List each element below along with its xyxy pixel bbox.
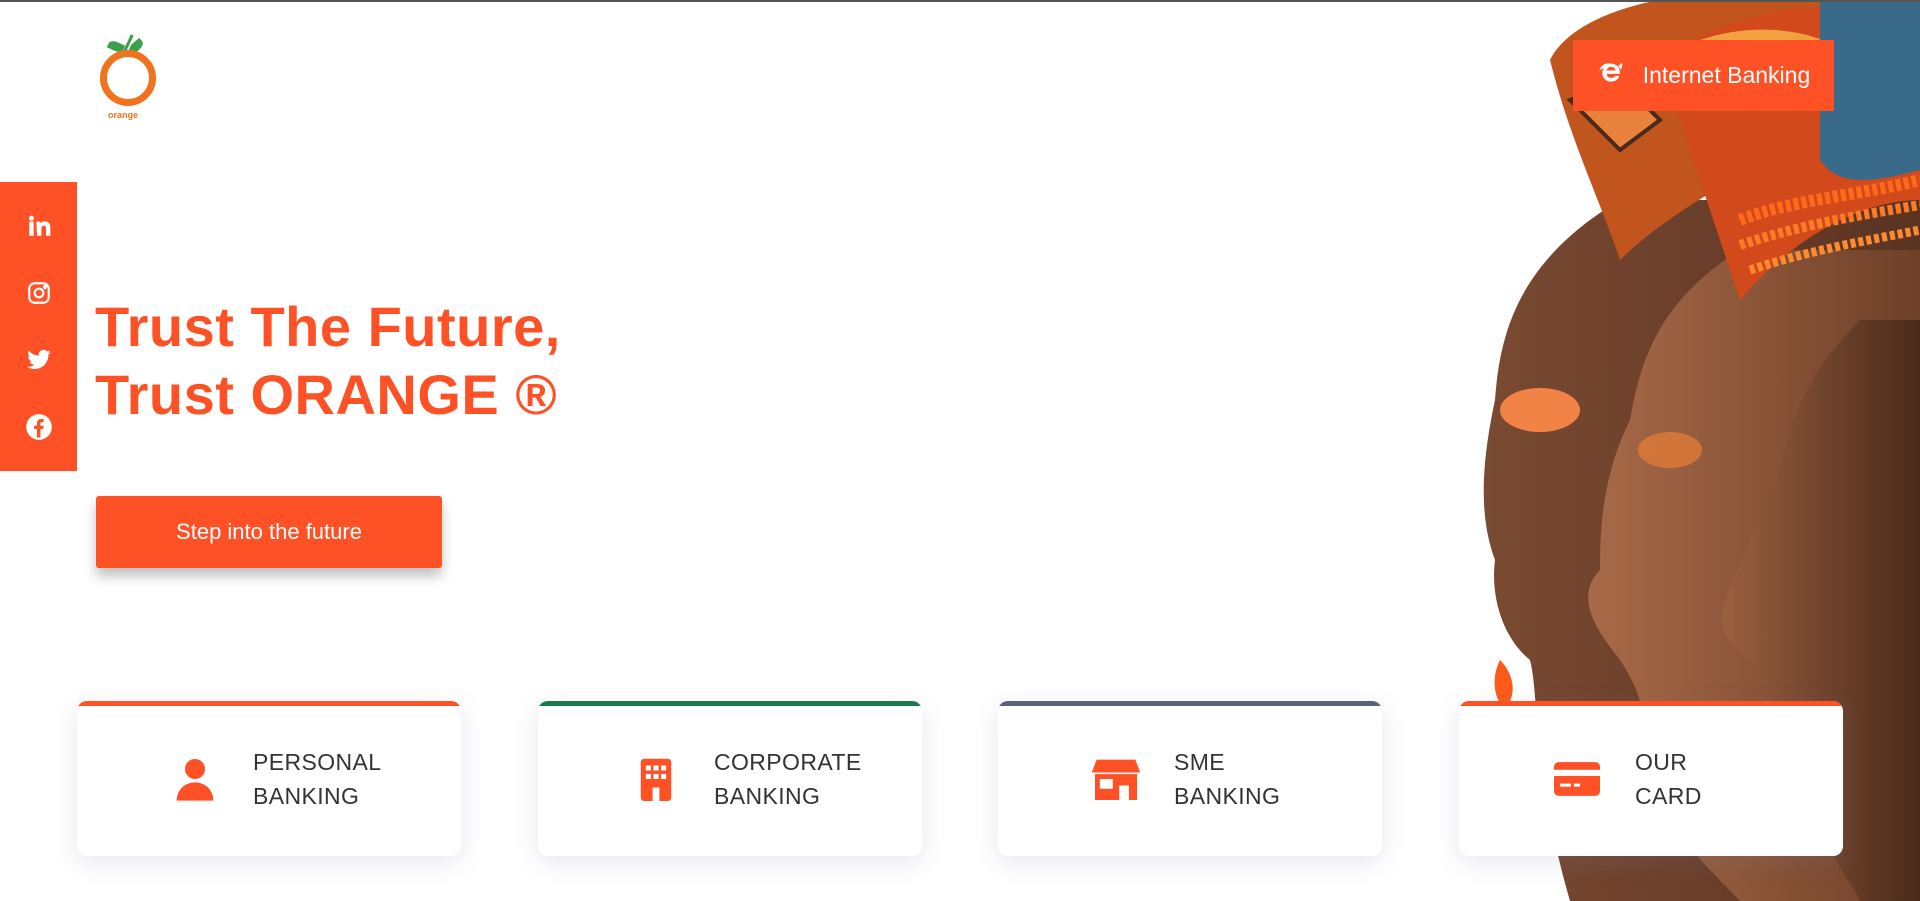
social-sidebar: [0, 182, 77, 471]
step-into-future-button[interactable]: Step into the future: [96, 496, 442, 568]
corporate-banking-card[interactable]: CORPORATE BANKING: [538, 701, 922, 856]
user-icon: [165, 749, 225, 809]
store-icon: [1086, 749, 1146, 809]
linkedin-icon[interactable]: [24, 211, 54, 241]
internet-banking-label: Internet Banking: [1642, 62, 1811, 88]
twitter-icon[interactable]: [24, 345, 54, 375]
logo-ring: [100, 50, 156, 106]
headline-line-1: Trust The Future,: [95, 295, 561, 358]
card-accent-bar: [998, 701, 1382, 706]
card-label-line-1: OUR: [1635, 748, 1688, 775]
card-label-line-2: CARD: [1635, 782, 1702, 809]
card-accent-bar: [538, 701, 922, 706]
card-label: PERSONAL BANKING: [253, 745, 381, 813]
orange-logo[interactable]: orange: [96, 30, 166, 125]
top-border: [0, 0, 1920, 2]
facebook-icon[interactable]: [24, 412, 54, 442]
card-accent-bar: [1459, 701, 1843, 706]
card-label-line-1: PERSONAL: [253, 748, 382, 775]
credit-card-icon: [1547, 749, 1607, 809]
card-label: SME BANKING: [1174, 745, 1280, 813]
sme-banking-card[interactable]: SME BANKING: [998, 701, 1382, 856]
our-card-card[interactable]: OUR CARD: [1459, 701, 1843, 856]
card-label-line-2: BANKING: [253, 782, 360, 809]
card-label-line-2: BANKING: [1174, 782, 1281, 809]
card-label-line-1: CORPORATE: [714, 748, 862, 775]
personal-banking-card[interactable]: PERSONAL BANKING: [77, 701, 461, 856]
card-accent-bar: [77, 701, 461, 706]
card-label: OUR CARD: [1635, 745, 1702, 813]
card-label-line-1: SME: [1174, 748, 1226, 775]
internet-explorer-icon: [1597, 59, 1625, 93]
banking-cards: PERSONAL BANKING CORPORATE BANKING SME B…: [0, 701, 1920, 857]
building-icon: [626, 749, 686, 809]
card-label: CORPORATE BANKING: [714, 745, 862, 813]
headline-line-2: Trust ORANGE ®: [95, 363, 558, 426]
hero-headline: Trust The Future, Trust ORANGE ®: [95, 293, 561, 429]
instagram-icon[interactable]: [24, 278, 54, 308]
logo-wordmark: orange: [108, 110, 139, 120]
internet-banking-button[interactable]: Internet Banking: [1573, 40, 1834, 111]
card-label-line-2: BANKING: [714, 782, 821, 809]
